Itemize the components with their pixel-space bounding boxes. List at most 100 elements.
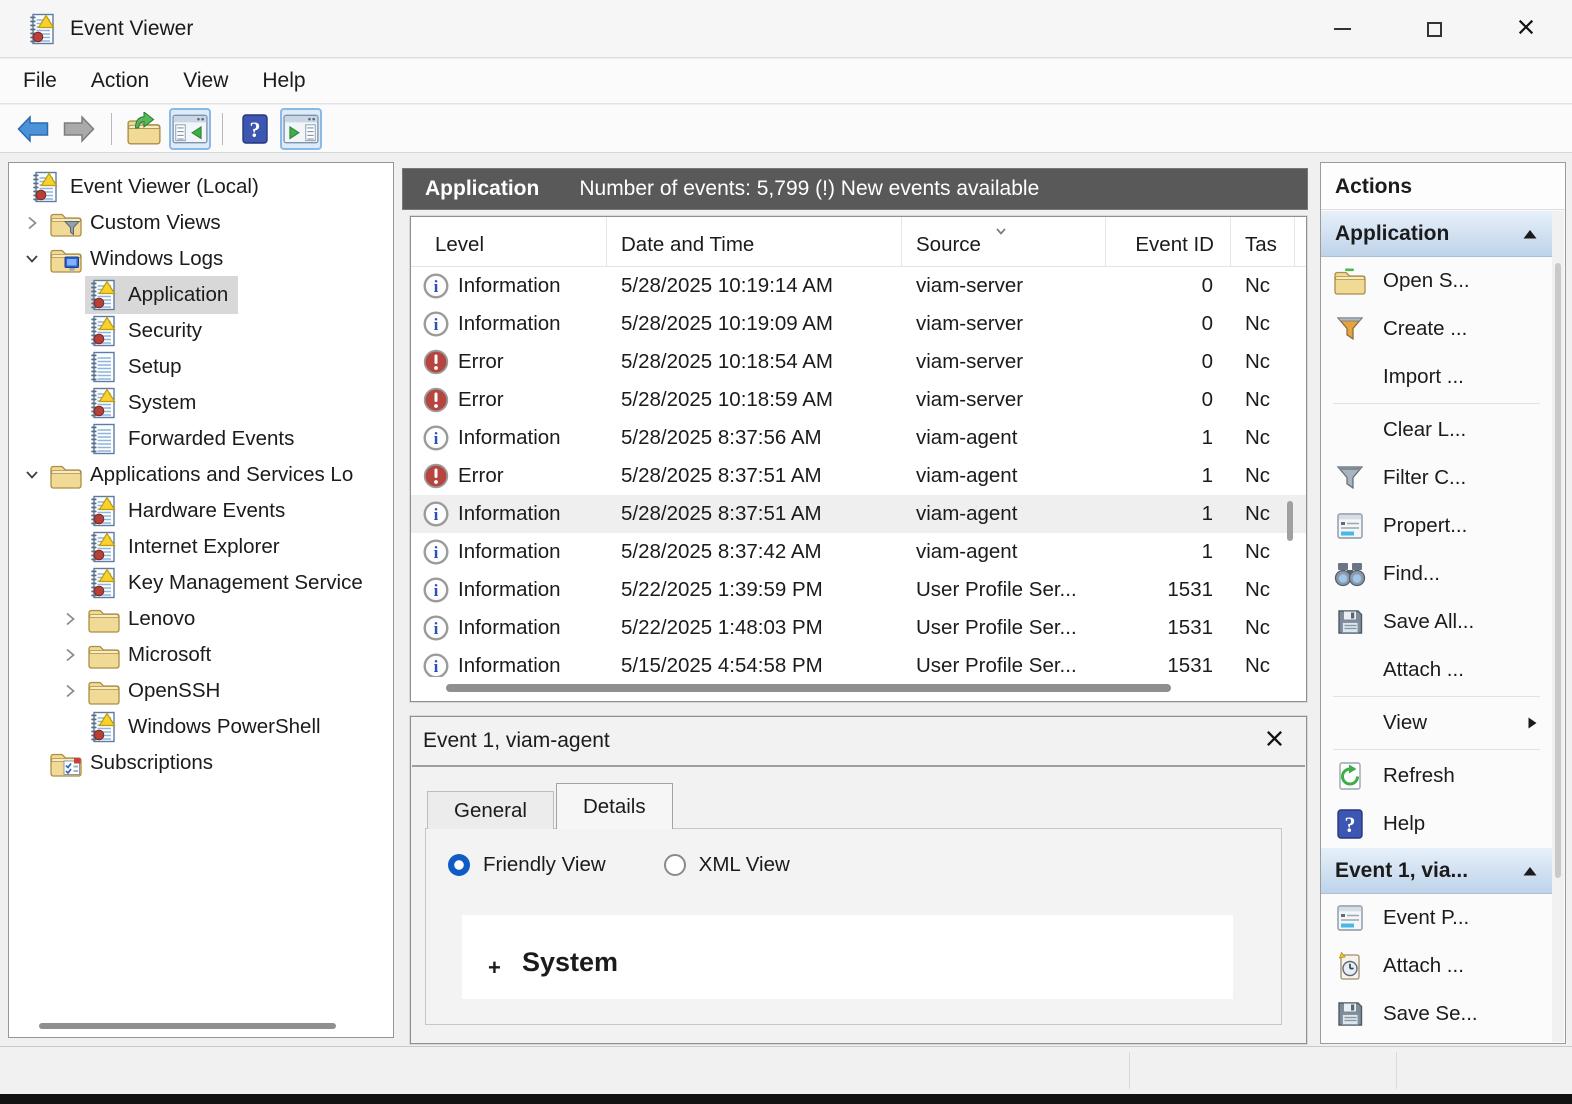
chevron-collapsed-icon[interactable] (55, 683, 85, 699)
menu-view[interactable]: View (166, 69, 245, 93)
event-row[interactable]: iInformation5/28/2025 8:37:42 AMviam-age… (411, 533, 1306, 571)
tree-item-setup[interactable]: Setup (9, 349, 393, 385)
open-saved-log-button[interactable] (123, 108, 165, 150)
action-view[interactable]: View (1321, 699, 1552, 747)
event-row[interactable]: iInformation5/22/2025 1:48:03 PMUser Pro… (411, 609, 1306, 647)
minimize-button[interactable] (1296, 0, 1388, 58)
actions-section-header-application[interactable]: Application (1321, 211, 1552, 257)
toggle-action-pane-button[interactable] (280, 108, 322, 150)
action-find[interactable]: Find... (1321, 550, 1552, 598)
log-header-bar: Application Number of events: 5,799 (!) … (402, 168, 1308, 210)
event-row[interactable]: Error5/28/2025 8:37:51 AMviam-agent1Nc (411, 457, 1306, 495)
tree-item-lenovo[interactable]: Lenovo (9, 601, 393, 637)
action-propert[interactable]: Propert... (1321, 502, 1552, 550)
tree-item-forwarded-events[interactable]: Forwarded Events (9, 421, 393, 457)
action-create[interactable]: Create ... (1321, 305, 1552, 353)
list-vertical-scrollbar[interactable] (1287, 501, 1293, 541)
list-horizontal-scrollbar[interactable] (446, 684, 1171, 692)
folder-icon (49, 460, 83, 490)
maximize-button[interactable] (1388, 0, 1480, 58)
action-label: Create ... (1383, 317, 1467, 341)
scrollbar-thumb[interactable] (39, 1023, 336, 1029)
source-cell: User Profile Ser... (902, 578, 1106, 602)
tree-item-microsoft[interactable]: Microsoft (9, 637, 393, 673)
column-header-tas[interactable]: Tas (1231, 217, 1295, 266)
tree-item-openssh[interactable]: OpenSSH (9, 673, 393, 709)
tree-item-event-viewer-local[interactable]: Event Viewer (Local) (9, 169, 393, 205)
tree-item-key-management-service[interactable]: Key Management Service (9, 565, 393, 601)
collapse-icon[interactable] (1522, 222, 1538, 246)
source-cell: viam-server (902, 312, 1106, 336)
event-row[interactable]: Error5/28/2025 10:18:54 AMviam-server0Nc (411, 343, 1306, 381)
actions-vertical-scrollbar[interactable] (1552, 211, 1564, 1042)
source-cell: viam-server (902, 274, 1106, 298)
event-row[interactable]: iInformation5/22/2025 1:39:59 PMUser Pro… (411, 571, 1306, 609)
column-header-source[interactable]: Source (902, 217, 1106, 266)
friendly-view-content: + System (462, 915, 1233, 999)
event-row[interactable]: iInformation5/28/2025 10:19:14 AMviam-se… (411, 267, 1306, 305)
event-row[interactable]: iInformation5/28/2025 8:37:51 AMviam-age… (411, 495, 1306, 533)
action-import[interactable]: Import ... (1321, 353, 1552, 401)
scrollbar-thumb[interactable] (1555, 263, 1561, 878)
chevron-expanded-icon[interactable] (17, 251, 47, 267)
action-save-all[interactable]: Save All... (1321, 598, 1552, 646)
tree-horizontal-scrollbar[interactable] (13, 1019, 389, 1033)
tree-item-internet-explorer[interactable]: Internet Explorer (9, 529, 393, 565)
action-help[interactable]: ?Help (1321, 800, 1552, 848)
action-refresh[interactable]: Refresh (1321, 752, 1552, 800)
toggle-console-tree-button[interactable] (169, 108, 211, 150)
event-row[interactable]: iInformation5/28/2025 8:37:56 AMviam-age… (411, 419, 1306, 457)
action-event-p[interactable]: Event P... (1321, 894, 1552, 942)
chevron-collapsed-icon[interactable] (17, 215, 47, 231)
svg-text:i: i (434, 581, 439, 600)
task-category-cell: Nc (1231, 502, 1295, 526)
column-header-level[interactable]: Level (411, 217, 607, 266)
tab-general[interactable]: General (427, 791, 554, 829)
menu-action[interactable]: Action (74, 69, 166, 93)
action-save-se[interactable]: Save Se... (1321, 990, 1552, 1038)
log-alert-icon (87, 566, 121, 600)
back-button[interactable] (12, 108, 54, 150)
tree-item-custom-views[interactable]: Custom Views (9, 205, 393, 241)
event-row[interactable]: iInformation5/28/2025 10:19:09 AMviam-se… (411, 305, 1306, 343)
tree-item-subscriptions[interactable]: Subscriptions (9, 745, 393, 781)
close-button[interactable] (1480, 0, 1572, 58)
action-label: Clear L... (1383, 418, 1466, 442)
status-separator (1129, 1052, 1130, 1089)
event-row[interactable]: iInformation5/15/2025 4:54:58 PMUser Pro… (411, 647, 1306, 677)
radio-selected-icon (448, 854, 470, 876)
menu-help[interactable]: Help (245, 69, 322, 93)
column-header-event-id[interactable]: Event ID (1106, 217, 1231, 266)
column-header-date-and-time[interactable]: Date and Time (607, 217, 902, 266)
tree-item-label: Setup (128, 355, 182, 379)
menu-file[interactable]: File (6, 69, 74, 93)
tree-item-windows-powershell[interactable]: Windows PowerShell (9, 709, 393, 745)
action-attach[interactable]: Attach ... (1321, 646, 1552, 694)
chevron-expanded-icon[interactable] (17, 467, 47, 483)
collapse-icon[interactable] (1522, 859, 1538, 883)
help-button[interactable]: ? (234, 108, 276, 150)
actions-section-header-event-1-via[interactable]: Event 1, via... (1321, 848, 1552, 894)
friendly-view-radio[interactable]: Friendly View (448, 853, 606, 877)
tree-item-hardware-events[interactable]: Hardware Events (9, 493, 393, 529)
chevron-collapsed-icon[interactable] (55, 611, 85, 627)
action-attach[interactable]: Attach ... (1321, 942, 1552, 990)
xml-view-radio[interactable]: XML View (664, 853, 790, 877)
tree-item-applications-and-services-lo[interactable]: Applications and Services Lo (9, 457, 393, 493)
expand-system-toggle[interactable]: + (488, 955, 501, 981)
tree-item-application[interactable]: Application (9, 277, 393, 313)
source-cell: viam-server (902, 350, 1106, 374)
detail-close-icon[interactable] (1265, 729, 1284, 754)
action-filter-c[interactable]: Filter C... (1321, 454, 1552, 502)
tree-item-windows-logs[interactable]: Windows Logs (9, 241, 393, 277)
forward-button[interactable] (58, 108, 100, 150)
tab-details[interactable]: Details (556, 783, 673, 829)
source-cell: viam-agent (902, 540, 1106, 564)
action-clear-l[interactable]: Clear L... (1321, 406, 1552, 454)
action-open-s[interactable]: Open S... (1321, 257, 1552, 305)
level-label: Information (458, 502, 561, 526)
event-row[interactable]: Error5/28/2025 10:18:59 AMviam-server0Nc (411, 381, 1306, 419)
chevron-collapsed-icon[interactable] (55, 647, 85, 663)
tree-item-security[interactable]: Security (9, 313, 393, 349)
tree-item-system[interactable]: System (9, 385, 393, 421)
